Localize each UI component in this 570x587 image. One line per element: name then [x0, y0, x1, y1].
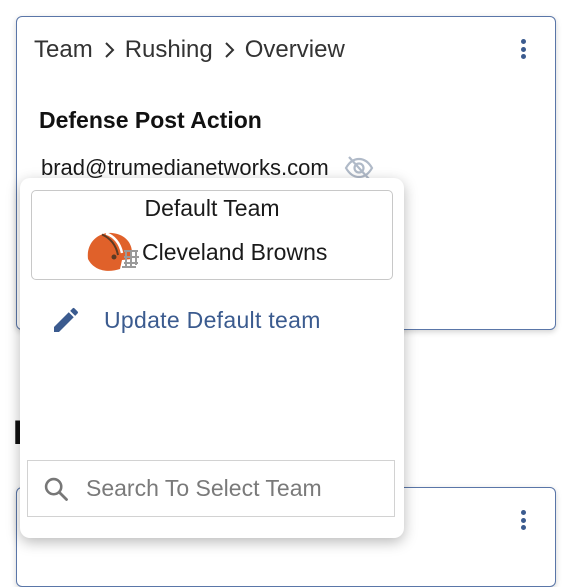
- card-menu-button[interactable]: [513, 510, 533, 530]
- cleveland-browns-helmet-icon: [87, 232, 139, 271]
- breadcrumb: Team Rushing Overview: [34, 36, 345, 64]
- default-team-popover: Default Team Cleveland Browns Update Def…: [20, 178, 404, 538]
- breadcrumb-item-team[interactable]: Team: [34, 36, 93, 64]
- card-menu-button[interactable]: [513, 39, 533, 59]
- default-team-row: Cleveland Browns: [84, 229, 327, 275]
- chevron-right-icon: [104, 42, 115, 58]
- breadcrumb-item-overview: Overview: [244, 36, 345, 63]
- default-team-label: Default Team: [144, 195, 280, 221]
- chevron-right-icon: [225, 42, 235, 58]
- breadcrumb-item-rushing[interactable]: Rushing: [125, 36, 213, 64]
- kebab-menu-icon: [520, 510, 526, 515]
- kebab-menu-icon: [520, 39, 526, 44]
- default-team-name: Cleveland Browns: [142, 238, 328, 265]
- search-icon: [44, 477, 68, 501]
- update-default-team-button[interactable]: Update Default team: [50, 304, 321, 336]
- section-title: Defense Post Action: [39, 107, 262, 133]
- team-search-input[interactable]: [86, 475, 376, 502]
- team-search-box[interactable]: [27, 460, 395, 517]
- pencil-icon: [54, 307, 79, 332]
- update-default-team-label: Update Default team: [104, 306, 321, 333]
- default-team-box: Default Team Cleveland Browns: [31, 190, 393, 280]
